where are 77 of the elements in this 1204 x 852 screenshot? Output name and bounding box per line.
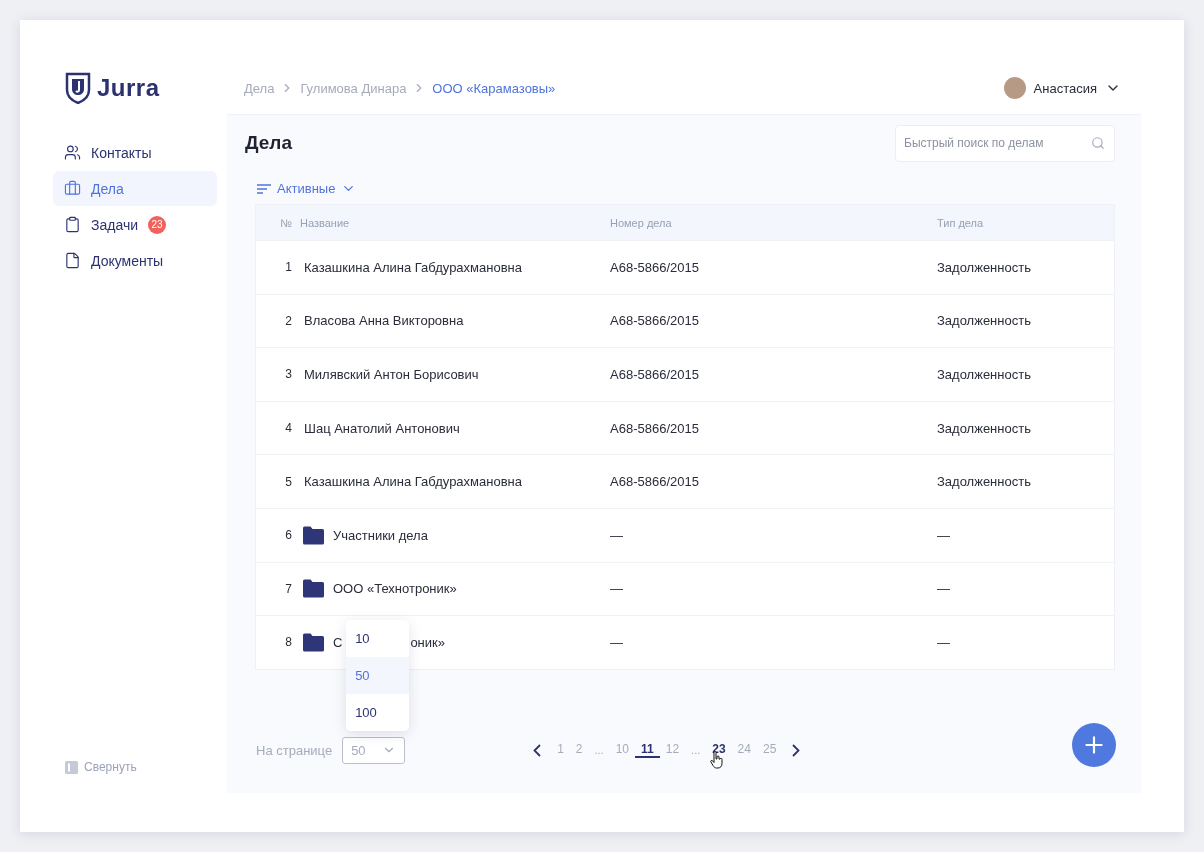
table-cell-text: — <box>937 527 951 543</box>
row-number: 5 <box>284 474 293 489</box>
sidebar-item[interactable]: Документы <box>53 243 217 278</box>
collapse-label: Свернуть <box>84 760 137 774</box>
table-cell-text: А68-5866/2015 <box>610 313 700 329</box>
logo-text: Jurra <box>97 74 160 102</box>
row-number: 3 <box>284 367 293 382</box>
search-field[interactable]: Быстрый поиск по делам <box>895 124 1115 162</box>
table-cell-text: Задолженность <box>937 367 1032 382</box>
menu-option[interactable]: 50 <box>346 656 410 694</box>
user-menu[interactable]: Анастасия <box>1003 77 1121 99</box>
table-cell-text: Задолженность <box>937 259 1032 275</box>
sort-lines-icon <box>257 183 271 194</box>
row-number: 2 <box>284 313 293 328</box>
shield-logo-icon <box>65 72 91 104</box>
sidebar-item-label: Задачи <box>91 216 138 233</box>
column-header: Номер дела <box>610 216 673 229</box>
row-number: 6 <box>284 528 293 543</box>
table-cell-text: — <box>937 581 951 597</box>
table-cell-text: Казашкина Алина Габдурахмановна <box>303 474 523 490</box>
table-cell-text: — <box>610 527 624 543</box>
page-link[interactable]: 23 <box>706 742 732 758</box>
table-cell-text: А68-5866/2015 <box>610 367 700 382</box>
briefcase-icon <box>64 180 81 197</box>
row-number: 1 <box>284 260 293 275</box>
hand-cursor-icon <box>710 751 725 769</box>
people-icon <box>64 144 81 161</box>
chevron-left-icon <box>533 743 542 757</box>
pagination-ellipsis: ... <box>593 744 605 756</box>
sidebar-item[interactable]: Дела <box>53 171 217 206</box>
clipboard-icon <box>64 216 81 233</box>
folder-icon <box>302 525 325 545</box>
row-number: 4 <box>284 421 293 436</box>
document-icon <box>64 252 81 269</box>
column-header: № <box>279 216 293 229</box>
page-title: Дела <box>245 132 292 154</box>
sidebar-item-label: Документы <box>91 252 164 269</box>
table-cell-text: Задолженность <box>937 420 1032 436</box>
table-cell: Участники дела <box>333 527 428 543</box>
per-page-label: На странице <box>256 742 333 758</box>
pagination-ellipsis: ... <box>690 744 702 756</box>
table-cell-text: — <box>610 581 624 597</box>
table-cell-text: А68-5866/2015 <box>610 474 700 490</box>
sidebar-item[interactable]: Контакты <box>53 135 217 170</box>
add-button[interactable] <box>1072 723 1116 767</box>
breadcrumb-link[interactable]: ООО «Карамазовы» <box>432 80 556 96</box>
row-number: 8 <box>284 635 293 650</box>
menu-option[interactable]: 10 <box>346 619 410 657</box>
table-cell-text: Задолженность <box>937 313 1032 329</box>
table-cell-text: Власова Анна Викторовна <box>303 313 465 329</box>
page-link[interactable]: 11 <box>635 742 660 758</box>
folder-icon <box>302 579 325 599</box>
sidebar-item[interactable]: Задачи 23 <box>53 207 217 242</box>
table-cell-text: А68-5866/2015 <box>610 259 700 275</box>
table-cell-text: Казашкина Алина Габдурахмановна <box>303 259 523 275</box>
folder-icon <box>302 632 325 652</box>
search-icon <box>1091 135 1105 150</box>
filter-dropdown[interactable]: Активные <box>257 181 357 196</box>
sidebar-item-label: Дела <box>91 180 124 197</box>
table-cell: С <box>333 634 343 650</box>
chevron-right-icon <box>792 743 801 757</box>
table-cell-text: А68-5866/2015 <box>610 420 700 436</box>
table-cell: ООО «Технотроник» <box>333 581 457 597</box>
table-cell-text: — <box>610 634 624 650</box>
table-cell-text: Милявский Антон Борисович <box>303 367 480 382</box>
table-cell-text: Шац Анатолий Антонович <box>303 420 461 436</box>
count-badge: 23 <box>148 215 166 234</box>
table-cell: оник» <box>410 634 445 650</box>
sidebar-item-label: Контакты <box>91 144 152 161</box>
menu-option[interactable]: 100 <box>346 693 410 731</box>
row-number: 7 <box>284 581 293 596</box>
column-header: Название <box>300 216 351 229</box>
avatar <box>1003 77 1026 99</box>
table-cell-text: Задолженность <box>937 474 1032 490</box>
column-header: Тип дела <box>937 216 985 229</box>
collapse-icon <box>65 760 78 774</box>
table-cell-text: — <box>937 634 951 650</box>
